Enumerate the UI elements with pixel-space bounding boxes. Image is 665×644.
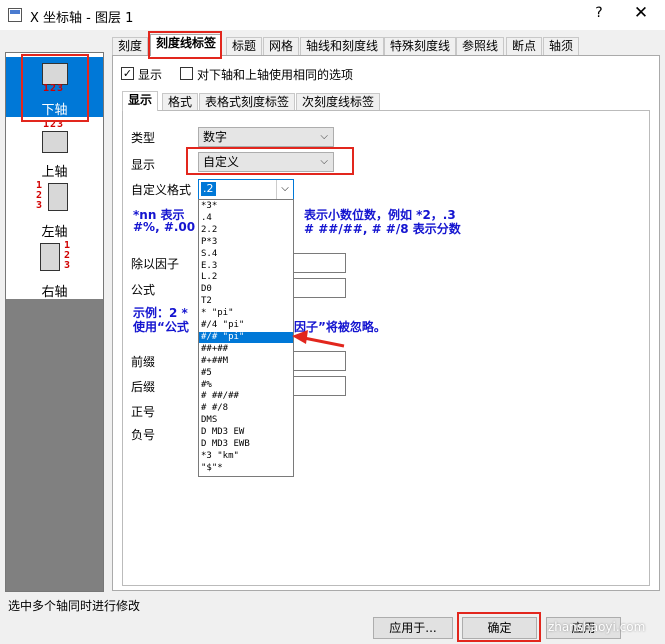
axis-selector-panel: 123 下轴 123 上轴 1 2 3 左轴 1 2 3 右轴: [5, 52, 104, 592]
axis-item-right[interactable]: 1 2 3 右轴: [6, 239, 103, 300]
dropdown-option[interactable]: # ##/##: [199, 391, 293, 402]
example-line2-start: 使用“公式: [133, 320, 189, 334]
help-button[interactable]: ?: [590, 5, 608, 23]
axis-label: 右轴: [41, 285, 68, 300]
help-text-line2-end: # ##/##, # #/8 表示分数: [304, 222, 461, 236]
close-button[interactable]: ✕: [630, 3, 652, 25]
dropdown-option[interactable]: DMS: [199, 415, 293, 426]
display-label: 显示: [131, 158, 156, 172]
subtab-display[interactable]: 显示: [122, 91, 159, 111]
title-bar: X 坐标轴 - 图层 1 ? ✕: [0, 0, 665, 30]
dropdown-option[interactable]: #5: [199, 368, 293, 379]
subtab-format[interactable]: 格式: [162, 93, 199, 110]
same-options-checkbox[interactable]: [180, 67, 193, 80]
axis-list: 123 下轴 123 上轴 1 2 3 左轴 1 2 3 右轴: [6, 53, 103, 300]
show-checkbox[interactable]: ✓: [121, 67, 134, 80]
help-text-line2-start: #%, #.00: [133, 220, 196, 234]
negative-sign-label: 负号: [131, 428, 156, 442]
dropdown-option[interactable]: # #/8: [199, 403, 293, 414]
tab-special-ticks[interactable]: 特殊刻度线: [384, 37, 457, 55]
dropdown-option[interactable]: P*3: [199, 237, 293, 248]
axis-item-left[interactable]: 1 2 3 左轴: [6, 179, 103, 240]
dropdown-option[interactable]: S.4: [199, 249, 293, 260]
dropdown-option[interactable]: .4: [199, 213, 293, 224]
dropdown-option[interactable]: D MD3 EWB: [199, 439, 293, 450]
dropdown-option[interactable]: *3 "km": [199, 451, 293, 462]
divide-factor-input[interactable]: [292, 253, 346, 273]
tab-line-and-ticks[interactable]: 轴线和刻度线: [300, 37, 385, 55]
chevron-down-icon[interactable]: ⌵: [276, 180, 293, 199]
dropdown-option[interactable]: #/4 "pi": [199, 320, 293, 331]
suffix-input[interactable]: [292, 376, 346, 396]
dropdown-option[interactable]: #/# "pi": [199, 331, 293, 344]
show-checkbox-label: 显示: [138, 68, 163, 82]
tab-grid[interactable]: 网格: [263, 37, 300, 55]
suffix-label: 后缀: [131, 380, 156, 394]
left-axis-icon: [48, 183, 68, 211]
status-text: 选中多个轴同时进行修改: [8, 599, 141, 613]
apply-to-button[interactable]: 应用于...: [373, 617, 453, 639]
same-options-checkbox-label: 对下轴和上轴使用相同的选项: [197, 68, 354, 82]
right-axis-icon: [40, 243, 60, 271]
subtab-table-labels[interactable]: 表格式刻度标签: [199, 93, 296, 110]
axis-tick-numbers: 123: [43, 119, 65, 130]
custom-format-combo[interactable]: .2 ⌵: [198, 179, 294, 200]
axis-tick-numbers: 123: [43, 83, 65, 94]
custom-format-label: 自定义格式: [131, 183, 192, 197]
tab-scale[interactable]: 刻度: [112, 37, 149, 55]
axis-label: 左轴: [41, 225, 68, 240]
chevron-down-icon: ⌵: [320, 156, 328, 167]
annotation-arrow-icon: [292, 330, 345, 348]
axis-label: 上轴: [41, 165, 68, 180]
dropdown-option[interactable]: #%: [199, 380, 293, 391]
dropdown-option[interactable]: L.2: [199, 272, 293, 283]
prefix-label: 前缀: [131, 355, 156, 369]
dropdown-option[interactable]: E.3: [199, 261, 293, 272]
formula-label: 公式: [131, 283, 156, 297]
type-label: 类型: [131, 131, 156, 145]
divide-factor-label: 除以因子: [131, 257, 180, 271]
chevron-down-icon: ⌵: [320, 131, 328, 142]
type-select[interactable]: 数字 ⌵: [198, 127, 334, 147]
dropdown-option[interactable]: * "pi": [199, 308, 293, 319]
dropdown-option[interactable]: D MD3 EW: [199, 427, 293, 438]
tab-title[interactable]: 标题: [226, 37, 263, 55]
dropdown-option[interactable]: ##+##: [199, 344, 293, 355]
subtab-minor-labels[interactable]: 次刻度线标签: [296, 93, 381, 110]
display-select[interactable]: 自定义 ⌵: [198, 152, 334, 172]
dropdown-option[interactable]: T2: [199, 296, 293, 307]
ok-button[interactable]: 确定: [462, 617, 537, 639]
tab-tick-labels[interactable]: 刻度线标签: [150, 34, 223, 56]
tab-rug[interactable]: 轴须: [543, 37, 580, 55]
tab-reference-lines[interactable]: 参照线: [456, 37, 505, 55]
window-icon: [8, 8, 22, 22]
top-axis-icon: [42, 131, 68, 153]
dropdown-option[interactable]: #+##M: [199, 356, 293, 367]
tab-breaks[interactable]: 断点: [506, 37, 543, 55]
custom-format-value[interactable]: .2: [201, 182, 216, 196]
dropdown-option[interactable]: D0: [199, 284, 293, 295]
watermark-text: zhanshaoyi.com: [548, 620, 646, 634]
dropdown-option[interactable]: *3*: [199, 201, 293, 212]
custom-format-dropdown-list[interactable]: *3* .4 2.2 P*3 S.4 E.3 L.2 D0 T2 * "pi" #/4 "pi" #/…: [198, 199, 294, 477]
window-title: X 坐标轴 - 图层 1: [30, 11, 134, 26]
formula-input[interactable]: [292, 278, 346, 298]
positive-sign-label: 正号: [131, 405, 156, 419]
prefix-input[interactable]: [292, 351, 346, 371]
type-select-value: 数字: [203, 130, 228, 144]
bottom-axis-icon: [42, 63, 68, 85]
axis-tick-numbers: 1 2 3: [64, 240, 72, 271]
axis-item-bottom[interactable]: 123 下轴: [6, 57, 103, 118]
axis-label: 下轴: [41, 103, 68, 118]
dropdown-option[interactable]: "$"*: [199, 463, 293, 474]
dropdown-option[interactable]: 2.2: [199, 225, 293, 236]
axis-item-top[interactable]: 123 上轴: [6, 119, 103, 180]
axis-tick-numbers: 1 2 3: [36, 180, 44, 211]
display-select-value: 自定义: [203, 155, 240, 169]
